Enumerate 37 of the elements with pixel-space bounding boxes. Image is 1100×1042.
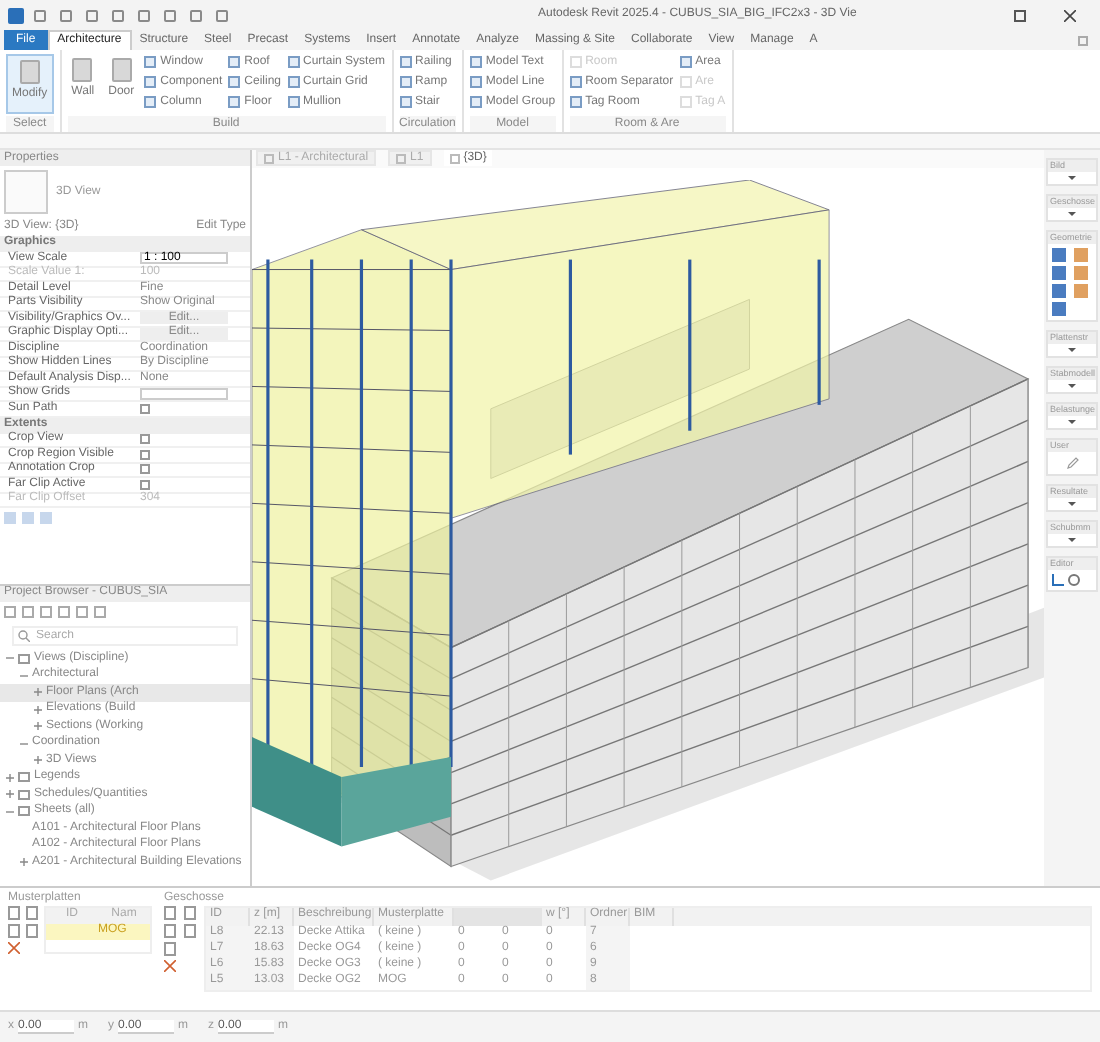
- checkbox[interactable]: [140, 449, 150, 460]
- dropdown-caret-icon[interactable]: [1068, 384, 1076, 388]
- dropdown-caret-icon[interactable]: [1068, 538, 1076, 542]
- expand-icon[interactable]: [34, 705, 42, 714]
- expand-icon[interactable]: [20, 858, 28, 867]
- toolbar-icon: [164, 9, 176, 21]
- toolbar-icon: [190, 9, 202, 21]
- checkbox[interactable]: [140, 479, 150, 490]
- checkbox[interactable]: [140, 434, 150, 445]
- checkbox[interactable]: [140, 464, 150, 475]
- toolbar-icon: [60, 9, 72, 21]
- search-icon: [18, 630, 30, 642]
- dropdown-caret-icon[interactable]: [1068, 176, 1076, 180]
- maximize-icon[interactable]: [1014, 9, 1026, 21]
- dropdown-caret-icon[interactable]: [1068, 212, 1076, 216]
- delete-icon[interactable]: [164, 959, 176, 972]
- building-model-drawing[interactable]: [252, 179, 1044, 886]
- axes-icon: [1052, 574, 1064, 586]
- toolbar-icon: [34, 9, 46, 21]
- minimize-ribbon-icon[interactable]: [1078, 36, 1088, 46]
- expand-icon[interactable]: [6, 790, 14, 799]
- toolbar-icon: [86, 9, 98, 21]
- checkbox[interactable]: [140, 403, 150, 414]
- expand-icon[interactable]: [34, 722, 42, 731]
- toolbar-icon: [112, 9, 124, 21]
- expand-icon[interactable]: [34, 688, 42, 697]
- dropdown-caret-icon[interactable]: [1068, 502, 1076, 506]
- delete-icon[interactable]: [8, 941, 20, 954]
- dropdown-caret-icon[interactable]: [1068, 420, 1076, 424]
- close-icon[interactable]: [1064, 9, 1076, 21]
- pencil-icon[interactable]: [1065, 456, 1079, 470]
- app-logo-icon: [8, 7, 24, 23]
- toolbar-icon: [138, 9, 150, 21]
- expand-icon[interactable]: [34, 756, 42, 765]
- dropdown-caret-icon[interactable]: [1068, 348, 1076, 352]
- toolbar-icon: [216, 9, 228, 21]
- expand-icon[interactable]: [6, 773, 14, 782]
